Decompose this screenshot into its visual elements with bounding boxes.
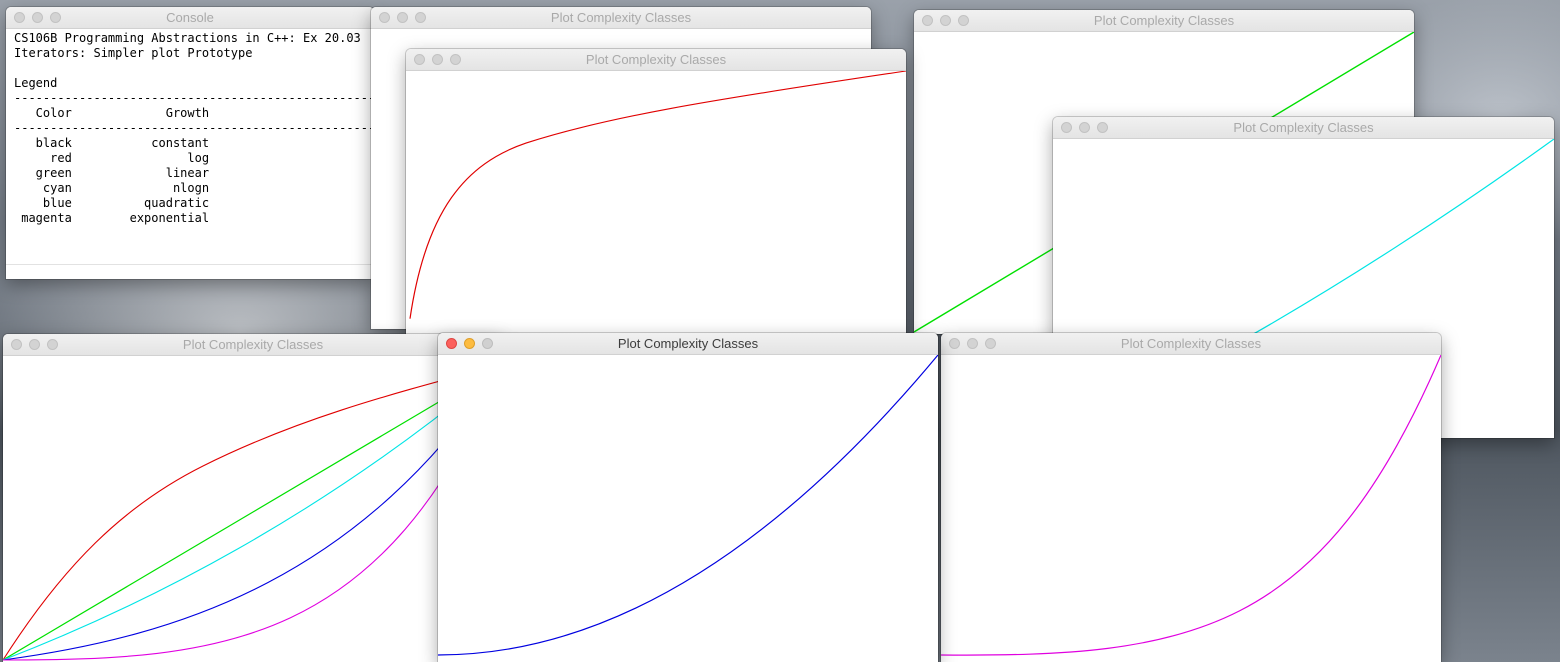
plot-canvas [438, 355, 938, 662]
exponential-curve [941, 355, 1441, 656]
console-divider [6, 264, 374, 265]
log-curve [409, 71, 906, 319]
plot-titlebar[interactable]: Plot Complexity Classes [371, 7, 871, 29]
plot-titlebar[interactable]: Plot Complexity Classes [941, 333, 1441, 355]
window-title: Plot Complexity Classes [182, 337, 324, 352]
console-line: Iterators: Simpler plot Prototype [14, 46, 253, 60]
plot-svg [438, 355, 938, 656]
window-title: Plot Complexity Classes [1093, 13, 1235, 28]
window-title: Plot Complexity Classes [617, 336, 759, 351]
console-line: ----------------------------------------… [14, 91, 374, 105]
plot-titlebar[interactable]: Plot Complexity Classes [914, 10, 1414, 32]
console-line: blue quadratic [14, 196, 210, 210]
window-title: Plot Complexity Classes [585, 52, 727, 67]
window-title: Plot Complexity Classes [1233, 120, 1374, 135]
plot-canvas [3, 356, 503, 662]
plot-canvas [941, 355, 1441, 662]
window-title: Console [166, 10, 214, 25]
all-classes-window[interactable]: Plot Complexity Classes [3, 334, 503, 662]
plot-svg [941, 355, 1441, 656]
console-text: CS106B Programming Abstractions in C++: … [6, 29, 374, 226]
console-line: Legend [14, 76, 58, 90]
console-line: CS106B Programming Abstractions in C++: … [14, 31, 361, 45]
plot-svg [409, 71, 906, 319]
console-line: ----------------------------------------… [14, 121, 374, 135]
window-title: Plot Complexity Classes [1120, 336, 1262, 351]
quadratic-curve [438, 355, 938, 656]
log-window[interactable]: Plot Complexity Classes [406, 49, 906, 339]
plot-canvas [406, 71, 906, 339]
console-line: cyan nlogn [14, 181, 210, 195]
exponential-window[interactable]: Plot Complexity Classes [941, 333, 1441, 662]
console-output[interactable]: CS106B Programming Abstractions in C++: … [6, 29, 374, 279]
console-window[interactable]: Console CS106B Programming Abstractions … [6, 7, 374, 279]
plot-svg [3, 363, 503, 661]
console-line: Color Growth [14, 106, 210, 120]
linear-line [3, 363, 503, 661]
console-line: green linear [14, 166, 210, 180]
quadratic-window[interactable]: Plot Complexity Classes [438, 333, 938, 662]
plot-titlebar[interactable]: Plot Complexity Classes [3, 334, 503, 356]
console-line: magenta exponential [14, 211, 210, 225]
console-line: black constant [14, 136, 210, 150]
window-title: Plot Complexity Classes [550, 10, 692, 25]
console-line: red log [14, 151, 210, 165]
console-titlebar[interactable]: Console [6, 7, 374, 29]
plot-titlebar[interactable]: Plot Complexity Classes [406, 49, 906, 71]
plot-titlebar[interactable]: Plot Complexity Classes [1053, 117, 1554, 139]
plot-titlebar[interactable]: Plot Complexity Classes [438, 333, 938, 355]
